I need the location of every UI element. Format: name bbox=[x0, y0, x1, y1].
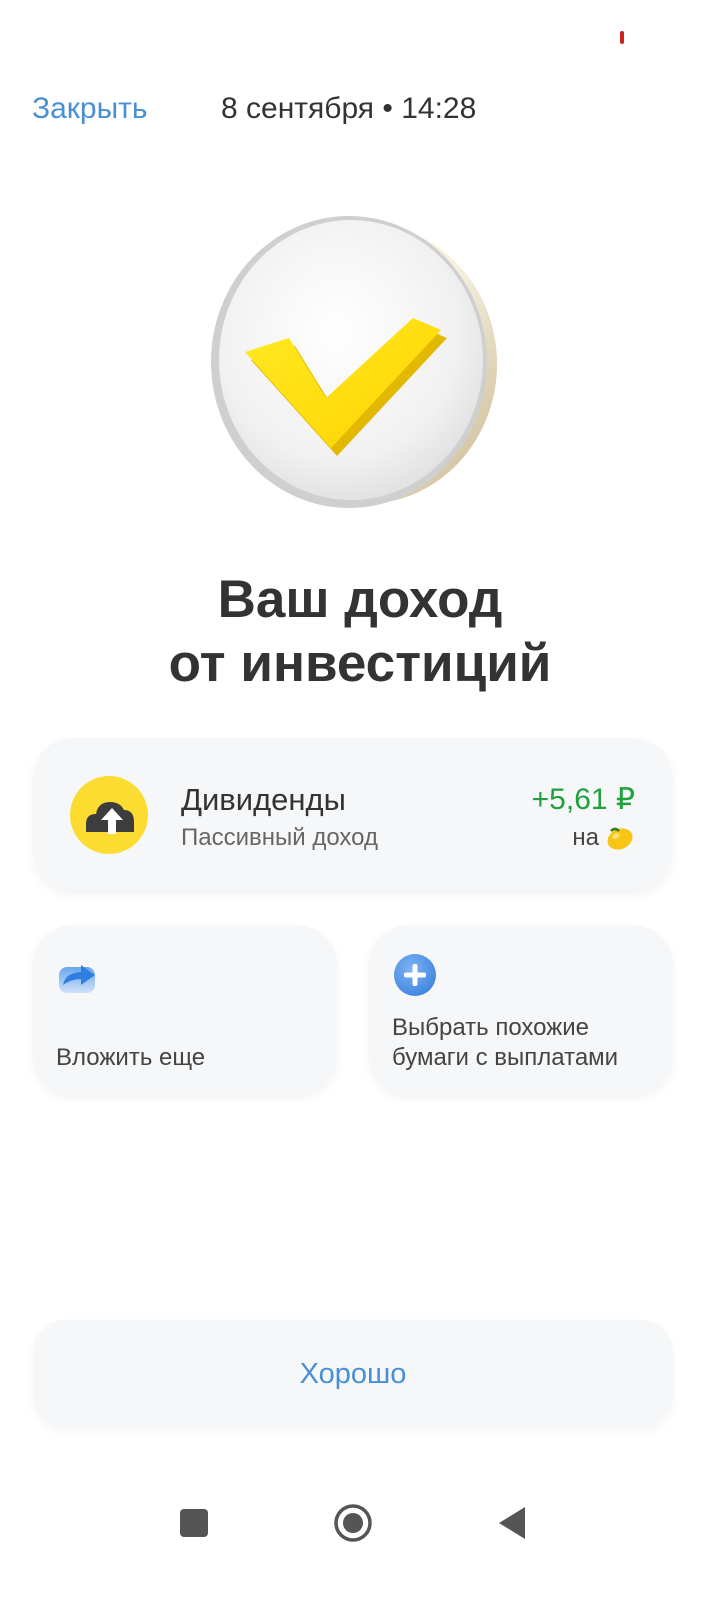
invest-more-label: Вложить еще bbox=[56, 1044, 206, 1071]
plus-circle-icon bbox=[394, 954, 436, 996]
lemon-icon bbox=[607, 827, 633, 850]
checkmark-coin-icon bbox=[211, 216, 497, 508]
invest-more-button[interactable]: Вложить еще bbox=[33, 925, 337, 1095]
home-button[interactable] bbox=[333, 1503, 373, 1543]
screen: Закрыть 8 сентября • 14:28 Ваш доход от … bbox=[0, 0, 720, 1600]
dividend-on-label: на bbox=[572, 824, 599, 851]
ok-button[interactable]: Хорошо bbox=[33, 1320, 673, 1428]
dividend-title: Дивиденды bbox=[181, 782, 346, 817]
header: Закрыть 8 сентября • 14:28 bbox=[0, 88, 720, 132]
dividend-card[interactable]: Дивиденды Пассивный доход +5,61 ₽ на bbox=[33, 738, 673, 891]
system-navigation-bar bbox=[0, 1490, 720, 1556]
title-line-1: Ваш доход bbox=[217, 570, 503, 629]
status-indicator bbox=[620, 31, 624, 44]
dividend-target: на bbox=[572, 824, 635, 852]
back-button[interactable] bbox=[497, 1505, 527, 1541]
page-title: Ваш доход от инвестиций bbox=[0, 568, 720, 696]
similar-securities-label: Выбрать похожие бумаги с выплатами bbox=[392, 1014, 619, 1071]
title-line-2: от инвестиций bbox=[168, 634, 552, 693]
share-arrow-icon bbox=[59, 965, 95, 993]
similar-securities-button[interactable]: Выбрать похожие бумаги с выплатами bbox=[369, 925, 673, 1095]
close-button[interactable]: Закрыть bbox=[32, 92, 148, 126]
hero-checkmark-image bbox=[205, 212, 505, 512]
recents-button[interactable] bbox=[180, 1509, 208, 1537]
dividend-amount: +5,61 ₽ bbox=[531, 783, 635, 816]
dividend-subtitle: Пассивный доход bbox=[181, 824, 378, 851]
cloud-arrow-up-icon bbox=[70, 776, 148, 854]
date-time: 8 сентября • 14:28 bbox=[221, 92, 477, 125]
